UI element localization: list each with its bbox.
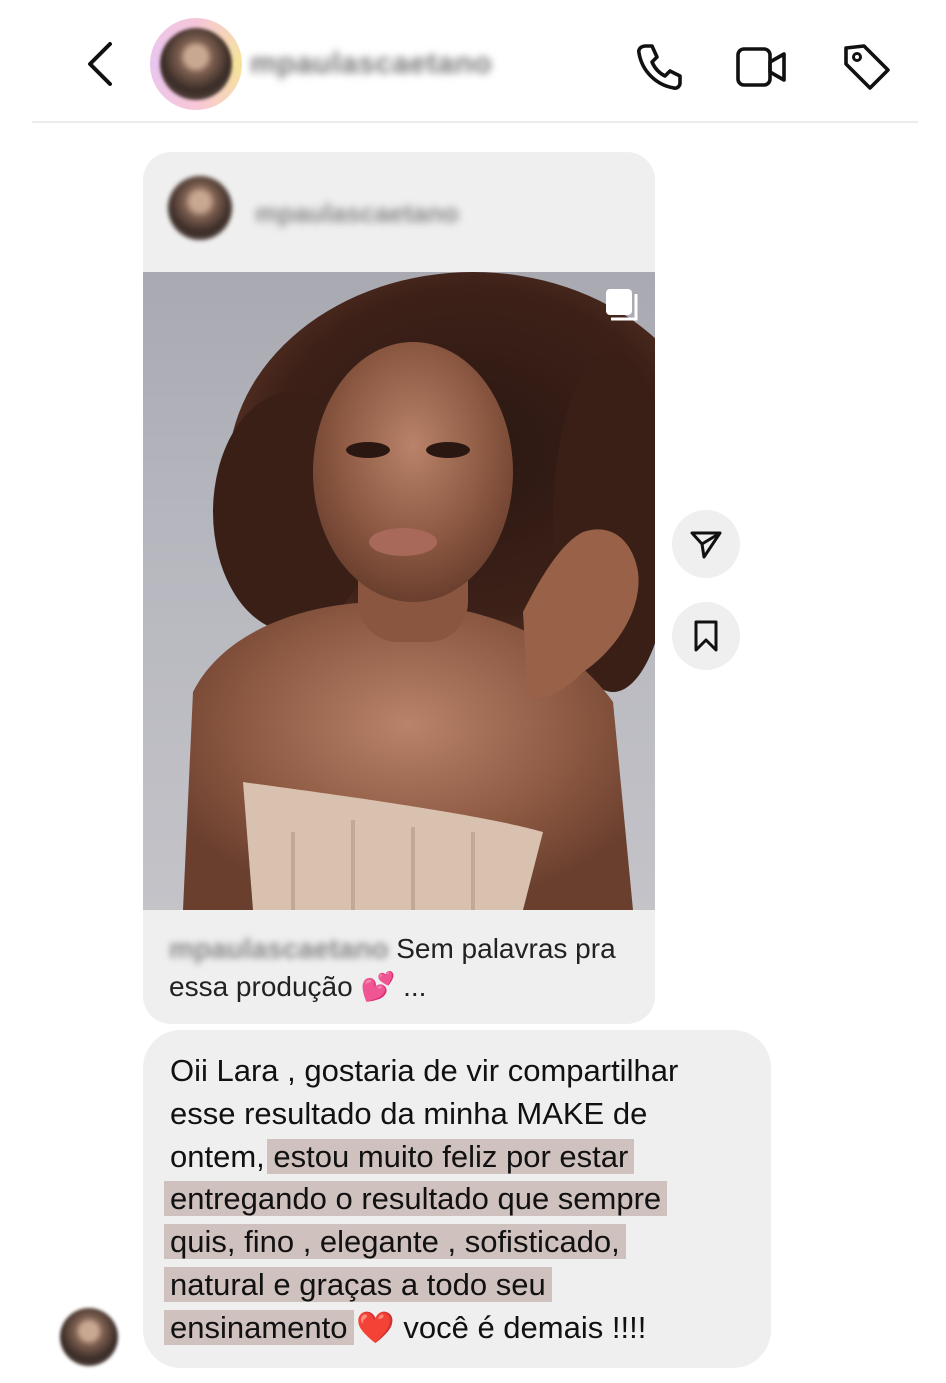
sender-avatar[interactable] bbox=[60, 1308, 118, 1366]
shared-post-card[interactable]: mpaulascaetano mpaulascaetano Sem palavr… bbox=[143, 152, 655, 1024]
highlighted-text: estou muito feliz por estar bbox=[267, 1138, 635, 1174]
message-line: esse resultado da minha MAKE de bbox=[170, 1095, 648, 1131]
chat-username[interactable]: mpaulascaetano bbox=[250, 47, 492, 81]
phone-icon[interactable] bbox=[632, 40, 686, 94]
message-line: Oii Lara , gostaria de vir compartilhar bbox=[170, 1053, 679, 1088]
video-icon[interactable] bbox=[734, 40, 788, 94]
tag-icon[interactable] bbox=[840, 40, 894, 94]
message-bubble[interactable]: Oii Lara , gostaria de vir compartilhar … bbox=[143, 1030, 771, 1368]
heart-emoji-icon: 💕 bbox=[360, 971, 396, 1002]
portrait-photo bbox=[183, 272, 655, 910]
post-author-username[interactable]: mpaulascaetano bbox=[255, 198, 459, 229]
message-line: ontem, estou muito feliz por estar bbox=[170, 1136, 760, 1179]
header-divider bbox=[32, 121, 918, 123]
send-icon bbox=[690, 531, 722, 559]
message-line: quis, fino , elegante , sofisticado, bbox=[164, 1221, 760, 1264]
share-button[interactable] bbox=[672, 510, 740, 578]
back-icon[interactable] bbox=[78, 38, 122, 90]
highlighted-text: natural e graças a todo seu bbox=[164, 1266, 552, 1302]
red-heart-icon: ❤️ bbox=[356, 1309, 395, 1345]
chat-header: mpaulascaetano bbox=[0, 0, 946, 122]
caption-username[interactable]: mpaulascaetano bbox=[169, 933, 388, 964]
highlighted-text: quis, fino , elegante , sofisticado, bbox=[164, 1224, 626, 1260]
message-line: ensinamento ❤️ você é demais !!!! bbox=[164, 1307, 760, 1350]
post-author-avatar[interactable] bbox=[168, 176, 232, 240]
post-image[interactable] bbox=[143, 272, 655, 910]
multiple-posts-icon bbox=[606, 289, 638, 321]
highlighted-text: ensinamento bbox=[164, 1309, 354, 1345]
avatar[interactable] bbox=[150, 18, 242, 110]
bookmark-icon bbox=[694, 620, 718, 652]
save-button[interactable] bbox=[672, 602, 740, 670]
post-caption: mpaulascaetano Sem palavras pra essa pro… bbox=[169, 930, 629, 1006]
highlighted-text: entregando o resultado que sempre bbox=[164, 1181, 668, 1217]
message-line: entregando o resultado que sempre bbox=[164, 1178, 760, 1221]
message-line: natural e graças a todo seu bbox=[164, 1264, 760, 1307]
message-text: Oii Lara , gostaria de vir compartilhar … bbox=[164, 1050, 760, 1350]
caption-ellipsis: ... bbox=[403, 971, 427, 1002]
